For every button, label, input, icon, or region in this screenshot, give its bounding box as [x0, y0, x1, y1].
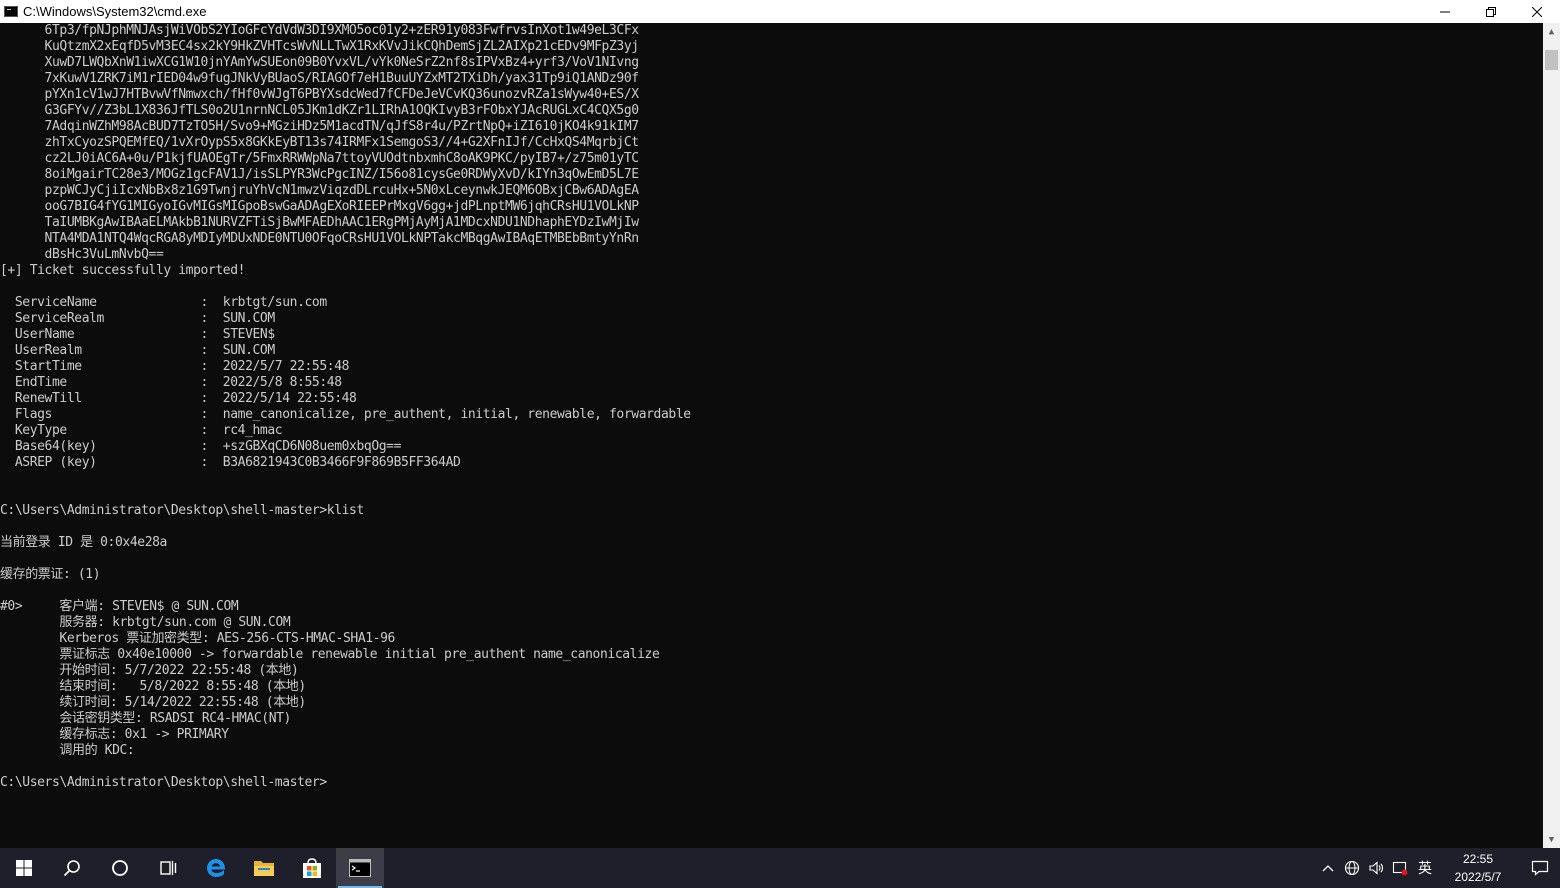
console-line: G3GFYv//Z3bL1X836JfTLS0o2U1nrnNCL05JKm1d… [0, 103, 640, 118]
console-line: 当前登录 ID 是 0:0x4e28a [0, 535, 167, 550]
clock-date: 2022/5/7 [1454, 870, 1502, 884]
console-line: zhTxCyozSPQEMfEQ/1vXrOypS5x8GKkEyBT13s74… [0, 135, 640, 150]
scroll-up-arrow-icon[interactable]: ▲ [1543, 23, 1560, 40]
task-view-icon [160, 861, 177, 875]
console-line: 结束时间: 5/8/2022 8:55:48 (本地) [0, 679, 306, 694]
console-line: 7xKuwV1ZRK7iM1rIED04w9fugJNkVyBUaoS/RIAG… [0, 71, 640, 86]
console-line: 调用的 KDC: [0, 743, 135, 758]
scroll-down-arrow-icon[interactable]: ▼ [1543, 831, 1560, 848]
console-line: UserRealm : SUN.COM [0, 343, 275, 358]
clock-time: 22:55 [1462, 852, 1494, 866]
edge-button[interactable] [192, 848, 240, 888]
console-line: 缓存标志: 0x1 -> PRIMARY [0, 727, 229, 742]
restore-button[interactable] [1468, 0, 1514, 23]
console-line: [+] Ticket successfully imported! [0, 263, 246, 278]
cortana-button[interactable] [96, 848, 144, 888]
console-line: ServiceRealm : SUN.COM [0, 311, 275, 326]
console-line: Flags : name_canonicalize, pre_authent, … [0, 407, 691, 422]
title-bar: C:\Windows\System32\cmd.exe [0, 0, 1560, 23]
console-line: ASREP (key) : B3A6821943C0B3466F9F869B5F… [0, 455, 461, 470]
ime-tool-icon[interactable] [1388, 848, 1412, 888]
store-button[interactable] [288, 848, 336, 888]
start-button[interactable] [0, 848, 48, 888]
console-line: 会话密钥类型: RSADSI RC4-HMAC(NT) [0, 711, 291, 726]
console-line: StartTime : 2022/5/7 22:55:48 [0, 359, 350, 374]
file-explorer-icon [254, 861, 274, 876]
show-hidden-icons-chevron-icon[interactable] [1316, 848, 1340, 888]
console-output[interactable]: 6Tp3/fpNJphMNJAsjWiVObS2YIoGFcYdVdW3DI9X… [0, 23, 1543, 848]
console-line: 服务器: krbtgt/sun.com @ SUN.COM [0, 615, 291, 630]
input-language-indicator[interactable]: 英 [1412, 848, 1438, 888]
cortana-icon [112, 860, 128, 876]
console-line: NTA4MDA1NTQ4WqcRGA8yMDIyMDUxNDE0NTU0OFqo… [0, 231, 640, 246]
windows-start-icon [16, 860, 32, 876]
console-line: Base64(key) : +szGBXqCD6N08uem0xbqOg== [0, 439, 402, 454]
window-title: C:\Windows\System32\cmd.exe [23, 4, 207, 19]
console-line: ServiceName : krbtgt/sun.com [0, 295, 327, 310]
console-line: 开始时间: 5/7/2022 22:55:48 (本地) [0, 663, 299, 678]
console-line: 7AdqinWZhM98AcBUD7TzTO5H/Svo9+MGziHDz5M1… [0, 119, 640, 134]
volume-icon[interactable] [1364, 848, 1388, 888]
cmd-app-icon [4, 6, 18, 17]
notification-icon [1531, 860, 1549, 876]
network-globe-icon[interactable] [1340, 848, 1364, 888]
console-line: TaIUMBKgAwIBAaELMAkbB1NURVZFTiSjBwMFAEDh… [0, 215, 640, 230]
cmd-taskbar-button[interactable] [336, 848, 384, 888]
console-line: ooG7BIG4fYG1MIGyoIGvMIGsMIGpoBswGaADAgEX… [0, 199, 640, 214]
file-explorer-button[interactable] [240, 848, 288, 888]
taskbar: 英 22:55 2022/5/7 [0, 848, 1560, 888]
console-line: dBsHc3VuLmNvbQ== [0, 247, 164, 262]
scrollbar-thumb[interactable] [1545, 50, 1558, 70]
vertical-scrollbar[interactable]: ▲ ▼ [1543, 23, 1560, 848]
action-center-button[interactable] [1520, 848, 1560, 888]
console-line: 8oiMgairTC28e3/MOGz1gcFAV1J/isSLPYR3WcPg… [0, 167, 640, 182]
cmd-icon [349, 859, 371, 877]
console-line: pzpWCJyCjiIcxNbBx8z1G9TwnjruYhVcN1mwzViq… [0, 183, 640, 198]
console-line: 6Tp3/fpNJphMNJAsjWiVObS2YIoGFcYdVdW3DI9X… [0, 23, 640, 38]
console-line: cz2LJ0iAC6A+0u/P1kjfUAOEgTr/5FmxRRWWpNa7… [0, 151, 640, 166]
console-line: 缓存的票证: (1) [0, 567, 101, 582]
console-line: #0> 客户端: STEVEN$ @ SUN.COM [0, 599, 239, 614]
console-line: Kerberos 票证加密类型: AES-256-CTS-HMAC-SHA1-9… [0, 631, 395, 646]
edge-icon [207, 859, 226, 877]
minimize-icon [1440, 11, 1450, 12]
store-icon [303, 858, 321, 878]
console-text: 6Tp3/fpNJphMNJAsjWiVObS2YIoGFcYdVdW3DI9X… [0, 23, 1543, 791]
console-line: 票证标志 0x40e10000 -> forwardable renewable… [0, 647, 660, 662]
system-tray: 英 22:55 2022/5/7 [1316, 848, 1560, 888]
console-line: KuQtzmX2xEqfD5vM3EC4sx2kY9HkZVHTcsWvNLLT… [0, 39, 640, 54]
console-line: C:\Users\Administrator\Desktop\shell-mas… [0, 775, 327, 790]
console-line: C:\Users\Administrator\Desktop\shell-mas… [0, 503, 364, 518]
console-line: 续订时间: 5/14/2022 22:55:48 (本地) [0, 695, 306, 710]
console-line: KeyType : rc4_hmac [0, 423, 283, 438]
minimize-button[interactable] [1422, 0, 1468, 23]
console-line: XuwD7LWQbXnW1iwXCG1W10jnYAmYwSUEon09B0Yv… [0, 55, 640, 70]
console-line: pYXn1cV1wJ7HTBvwVfNmwxch/fHf0vWJgT6PBYXs… [0, 87, 640, 102]
console-line: EndTime : 2022/5/8 8:55:48 [0, 375, 342, 390]
close-button[interactable] [1514, 0, 1560, 23]
restore-icon [1486, 6, 1496, 17]
search-icon [63, 860, 80, 877]
console-line: RenewTill : 2022/5/14 22:55:48 [0, 391, 357, 406]
close-icon [1532, 6, 1542, 17]
search-button[interactable] [48, 848, 96, 888]
console-line: UserName : STEVEN$ [0, 327, 275, 342]
task-view-button[interactable] [144, 848, 192, 888]
taskbar-clock[interactable]: 22:55 2022/5/7 [1442, 850, 1514, 886]
